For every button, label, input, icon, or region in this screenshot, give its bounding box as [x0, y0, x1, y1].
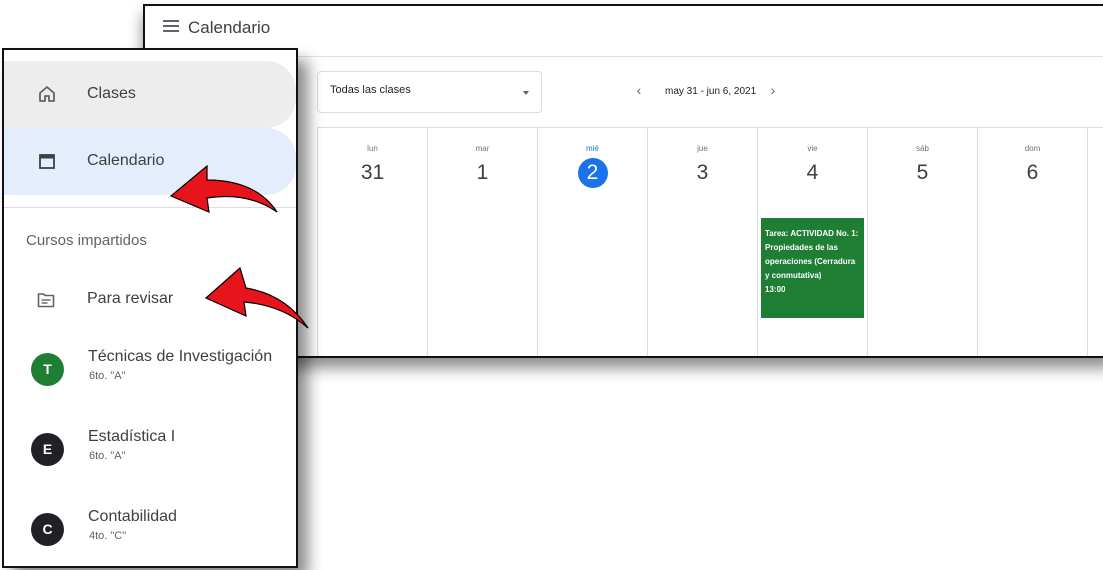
- dropdown-caret-icon: [523, 91, 529, 95]
- day-name: jue: [697, 144, 708, 153]
- assignment-event[interactable]: Tarea: ACTIVIDAD No. 1: Propiedades de l…: [761, 218, 864, 318]
- sidebar-item-course[interactable]: T Técnicas de Investigación 6to. "A": [4, 342, 296, 410]
- day-column-tue[interactable]: mar 1: [428, 128, 538, 356]
- course-avatar: C: [31, 513, 64, 546]
- day-name: sáb: [916, 144, 929, 153]
- course-name: Estadística I: [88, 428, 176, 445]
- day-column-sat[interactable]: sáb 5: [868, 128, 978, 356]
- sidebar-item-clases[interactable]: Clases: [4, 61, 296, 128]
- sidebar-item-course[interactable]: C Contabilidad 4to. "C": [4, 502, 296, 566]
- day-number: 3: [696, 161, 709, 184]
- sidebar-item-label: Calendario: [87, 152, 165, 169]
- day-column-wed-today[interactable]: mié 2: [538, 128, 648, 356]
- day-number: 31: [360, 161, 385, 184]
- sidebar-item-label: Para revisar: [87, 290, 174, 307]
- course-section: 4to. "C": [89, 530, 127, 542]
- section-title: Cursos impartidos: [26, 232, 147, 249]
- day-column-sun[interactable]: dom 6: [978, 128, 1088, 356]
- hamburger-menu-icon[interactable]: [163, 20, 179, 34]
- day-name: mié: [586, 144, 599, 153]
- day-number: 4: [806, 161, 819, 184]
- day-name: dom: [1024, 144, 1041, 153]
- course-name: Técnicas de Investigación: [88, 348, 273, 365]
- date-range-label: may 31 - jun 6, 2021: [665, 86, 757, 97]
- page-title: Calendario: [188, 18, 271, 37]
- day-column-mon[interactable]: lun 31: [318, 128, 428, 356]
- course-section: 6to. "A": [89, 370, 126, 382]
- annotation-arrow-calendario: [169, 164, 278, 213]
- week-grid: lun 31 mar 1 mié 2 jue 3 vie 4 Tarea: AC…: [317, 127, 1103, 356]
- sidebar-item-label: Clases: [87, 85, 136, 102]
- day-number: 6: [1026, 161, 1039, 184]
- previous-week-button[interactable]: ‹: [629, 80, 649, 100]
- day-column-thu[interactable]: jue 3: [648, 128, 758, 356]
- course-avatar: E: [31, 433, 64, 466]
- event-title: Tarea: ACTIVIDAD No. 1: Propiedades de l…: [765, 229, 859, 280]
- annotation-arrow-para-revisar: [204, 266, 309, 329]
- day-name: mar: [475, 144, 490, 153]
- day-number: 2: [586, 161, 599, 184]
- course-name: Contabilidad: [88, 508, 177, 525]
- event-time: 13:00: [765, 285, 786, 294]
- day-number: 5: [916, 161, 929, 184]
- day-name: vie: [807, 144, 818, 153]
- course-section: 6to. "A": [89, 450, 126, 462]
- day-column-fri[interactable]: vie 4 Tarea: ACTIVIDAD No. 1: Propiedade…: [758, 128, 868, 356]
- calendar-icon: [39, 154, 55, 169]
- class-filter-select[interactable]: Todas las clases: [317, 71, 542, 113]
- day-name: lun: [367, 144, 378, 153]
- home-icon: [39, 86, 55, 102]
- next-week-button[interactable]: ›: [763, 80, 783, 100]
- folder-review-icon: [37, 293, 55, 308]
- day-number: 1: [476, 161, 489, 184]
- sidebar-item-course[interactable]: E Estadística I 6to. "A": [4, 422, 296, 490]
- class-filter-value: Todas las clases: [330, 84, 411, 96]
- course-avatar: T: [31, 353, 64, 386]
